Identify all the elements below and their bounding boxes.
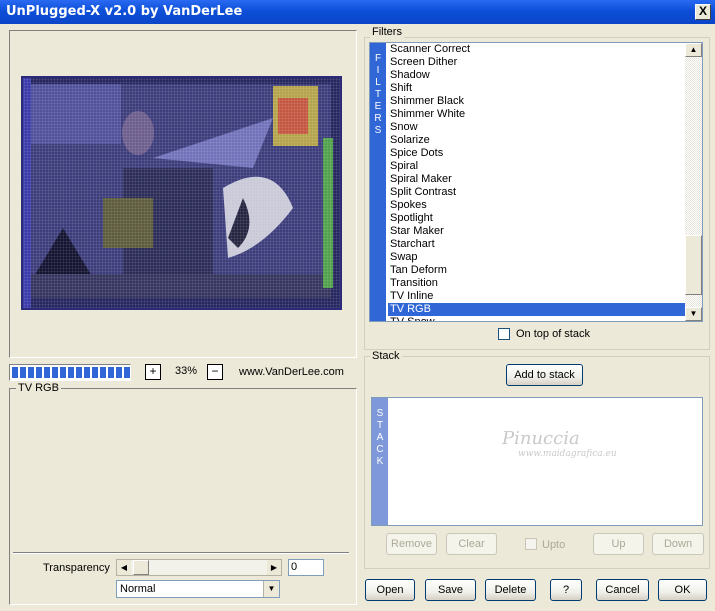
on-top-label: On top of stack — [516, 328, 590, 340]
cancel-button[interactable]: Cancel — [596, 579, 649, 601]
progress-segment — [92, 367, 98, 378]
watermark-name: Pinuccia — [502, 428, 580, 449]
filters-list[interactable]: FILTERS Scanner Correct Screen Dither Shad… — [369, 42, 703, 322]
chevron-down-icon[interactable]: ▼ — [263, 581, 279, 597]
progress-segment — [124, 367, 130, 378]
progress-fill — [12, 367, 130, 378]
scroll-up-icon[interactable]: ▲ — [685, 43, 702, 57]
filter-list-item[interactable]: Shimmer Black — [388, 95, 686, 108]
filter-list-item[interactable]: TV Inline — [388, 290, 686, 303]
filter-list-item[interactable]: Spice Dots — [388, 147, 686, 160]
filters-side-letter: F — [374, 53, 382, 64]
filter-list-item[interactable]: Star Maker — [388, 225, 686, 238]
delete-button[interactable]: Delete — [485, 579, 536, 601]
slider-left-arrow-icon[interactable]: ◀ — [117, 560, 131, 575]
slider-thumb[interactable] — [133, 560, 149, 575]
ok-button[interactable]: OK — [658, 579, 707, 601]
filter-list-item[interactable]: Swap — [388, 251, 686, 264]
filter-list-item[interactable]: Spotlight — [388, 212, 686, 225]
progress-bar — [9, 364, 131, 381]
zoom-value: 33% — [167, 364, 205, 380]
filter-list-item[interactable]: Shadow — [388, 69, 686, 82]
filters-scrollbar[interactable]: ▲ ▼ — [685, 43, 702, 321]
zoom-out-button[interactable]: − — [207, 364, 223, 380]
filters-side-banner: FILTERS — [370, 43, 386, 321]
upto-checkbox[interactable] — [525, 538, 537, 550]
stack-side-letter: C — [376, 444, 384, 455]
filter-list-item[interactable]: Scanner Correct — [388, 43, 686, 56]
filter-list-item[interactable]: Shift — [388, 82, 686, 95]
filter-list-item[interactable]: TV Snow — [388, 316, 686, 321]
scroll-thumb[interactable] — [685, 235, 702, 295]
scroll-down-icon[interactable]: ▼ — [685, 307, 702, 321]
filter-list-item[interactable]: Split Contrast — [388, 186, 686, 199]
filter-list-item[interactable]: Solarize — [388, 134, 686, 147]
open-button[interactable]: Open — [365, 579, 415, 601]
stack-side-banner: STACK — [372, 398, 388, 525]
progress-segment — [28, 367, 34, 378]
slider-right-arrow-icon[interactable]: ▶ — [267, 560, 281, 575]
save-button[interactable]: Save — [425, 579, 476, 601]
params-divider — [13, 552, 349, 554]
stack-side-letter: T — [376, 420, 384, 431]
progress-segment — [52, 367, 58, 378]
stack-list[interactable]: STACK Pinuccia www.maidagrafica.eu — [371, 397, 703, 526]
zoom-in-button[interactable]: + — [145, 364, 161, 380]
filters-side-letter: T — [374, 89, 382, 100]
upto-label: Upto — [542, 539, 566, 551]
stack-group-label: Stack — [370, 350, 402, 362]
stack-side-letter: K — [376, 456, 384, 467]
filters-side-letter: I — [376, 65, 380, 76]
stack-side-letter: S — [376, 408, 384, 419]
help-button[interactable]: ? — [550, 579, 582, 601]
filters-side-letter: E — [374, 101, 382, 112]
watermark-url: www.maidagrafica.eu — [518, 449, 617, 459]
blend-mode-select[interactable]: Normal ▼ — [116, 580, 280, 598]
preview-image[interactable] — [21, 76, 342, 310]
filter-list-item[interactable]: Spokes — [388, 199, 686, 212]
blend-mode-value: Normal — [120, 583, 156, 595]
filter-list-item[interactable]: Starchart — [388, 238, 686, 251]
down-button[interactable]: Down — [652, 533, 704, 555]
filter-list-item[interactable]: Tan Deform — [388, 264, 686, 277]
progress-segment — [36, 367, 42, 378]
clear-button[interactable]: Clear — [446, 533, 497, 555]
params-title: TV RGB — [16, 382, 61, 394]
progress-segment — [108, 367, 114, 378]
filter-list-item[interactable]: Screen Dither — [388, 56, 686, 69]
on-top-checkbox[interactable] — [498, 328, 510, 340]
progress-segment — [20, 367, 26, 378]
progress-segment — [100, 367, 106, 378]
progress-segment — [60, 367, 66, 378]
window-title: UnPlugged-X v2.0 by VanDerLee — [6, 4, 243, 19]
progress-segment — [12, 367, 18, 378]
filter-list-item[interactable]: Spiral Maker — [388, 173, 686, 186]
transparency-slider[interactable]: ◀ ▶ — [116, 559, 282, 576]
halftone-overlay — [23, 78, 340, 308]
close-button[interactable]: X — [695, 4, 711, 20]
progress-segment — [116, 367, 122, 378]
website-link[interactable]: www.VanDerLee.com — [239, 366, 344, 378]
filter-list-item[interactable]: Snow — [388, 121, 686, 134]
stack-side-letter: A — [376, 432, 384, 443]
progress-segment — [76, 367, 82, 378]
filter-list-item[interactable]: Transition — [388, 277, 686, 290]
transparency-input[interactable]: 0 — [288, 559, 324, 576]
filters-side-letter: S — [374, 125, 382, 136]
filter-list-item[interactable]: Spiral — [388, 160, 686, 173]
up-button[interactable]: Up — [593, 533, 644, 555]
filters-group-label: Filters — [370, 26, 404, 38]
progress-segment — [84, 367, 90, 378]
filter-list-item[interactable]: Shimmer White — [388, 108, 686, 121]
progress-segment — [68, 367, 74, 378]
filters-side-letter: L — [375, 77, 381, 88]
add-to-stack-button[interactable]: Add to stack — [506, 364, 583, 386]
transparency-label: Transparency — [43, 562, 110, 574]
remove-button[interactable]: Remove — [386, 533, 437, 555]
progress-segment — [44, 367, 50, 378]
filters-side-letter: R — [374, 113, 382, 124]
filter-list-item[interactable]: TV RGB — [388, 303, 686, 316]
filters-items: Scanner Correct Screen Dither Shadow Shift S… — [388, 43, 686, 321]
watermark: Pinuccia www.maidagrafica.eu — [502, 428, 617, 459]
